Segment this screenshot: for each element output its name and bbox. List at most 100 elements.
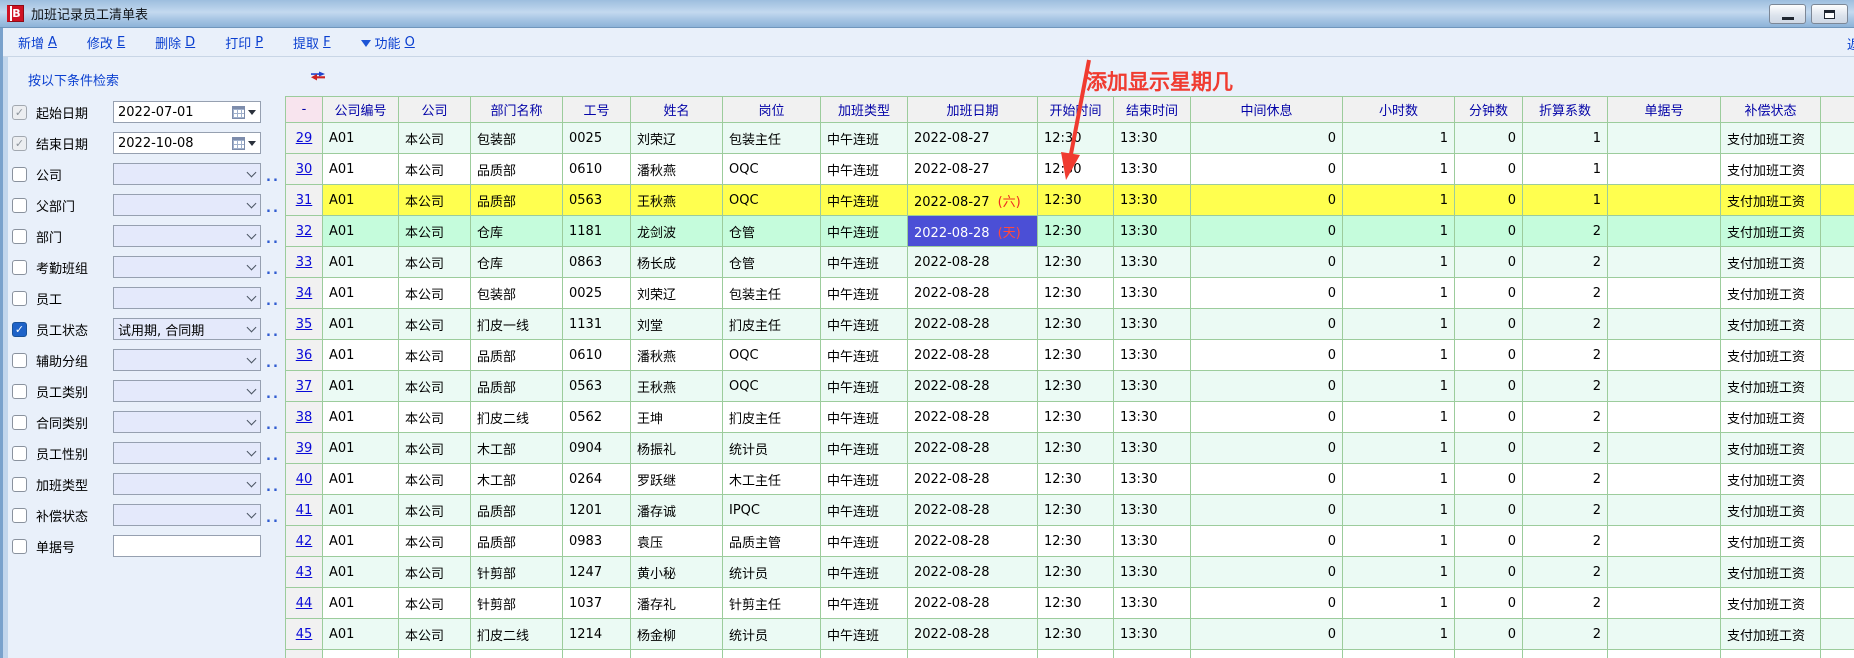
cell-min[interactable]: 0 [1455, 185, 1523, 216]
cell-name[interactable]: 杨振礼 [631, 433, 723, 464]
cell-comp[interactable]: 支付加班工资 [1721, 557, 1821, 588]
column-header-dept[interactable]: 部门名称 [471, 97, 563, 123]
filter-combo[interactable] [113, 442, 261, 464]
cell-company[interactable]: 本公司 [399, 216, 471, 247]
cell-comp[interactable] [1721, 650, 1821, 658]
cell-doc[interactable] [1608, 216, 1721, 247]
cell-company[interactable]: 本公司 [399, 619, 471, 650]
cell-start[interactable]: 12:30 [1038, 495, 1114, 526]
chevron-down-icon[interactable] [247, 446, 257, 456]
cell-n[interactable]: 43 [286, 557, 323, 588]
filter-combo[interactable] [113, 194, 261, 216]
cell-n[interactable]: 44 [286, 588, 323, 619]
cell-n[interactable]: 37 [286, 371, 323, 402]
cell-min[interactable]: 0 [1455, 402, 1523, 433]
cell-min[interactable]: 0 [1455, 371, 1523, 402]
cell-code[interactable]: A01 [323, 433, 399, 464]
cell-no[interactable]: 0610 [563, 154, 631, 185]
cell-coef[interactable]: 2 [1523, 557, 1608, 588]
toolbar-button-f[interactable]: 提取F [293, 33, 331, 52]
cell-start[interactable]: 12:30 [1038, 588, 1114, 619]
cell-comp[interactable]: 支付加班工资 [1721, 526, 1821, 557]
cell-pos[interactable]: 针剪主任 [723, 588, 821, 619]
cell-company[interactable] [399, 650, 471, 658]
cell-date[interactable]: 2022-08-28 [908, 464, 1038, 495]
cell-end[interactable]: 13:30 [1114, 247, 1191, 278]
cell-pos[interactable]: 统计员 [723, 433, 821, 464]
cell-brk[interactable]: 0 [1191, 526, 1343, 557]
cell-name[interactable]: 潘存礼 [631, 588, 723, 619]
cell-date[interactable] [908, 650, 1038, 658]
cell-no[interactable]: 0562 [563, 402, 631, 433]
filter-checkbox[interactable]: ✓ [12, 136, 27, 151]
cell-dept[interactable]: 品质部 [471, 526, 563, 557]
cell-start[interactable]: 12:30 [1038, 619, 1114, 650]
cell-date[interactable]: 2022-08-27 [908, 154, 1038, 185]
filter-combo[interactable] [113, 163, 261, 185]
column-header-coef[interactable]: 折算系数 [1523, 97, 1608, 123]
cell-start[interactable]: 12:30 [1038, 464, 1114, 495]
cell-name[interactable]: 王坤 [631, 402, 723, 433]
chevron-down-icon[interactable] [247, 260, 257, 270]
cell-coef[interactable]: 2 [1523, 309, 1608, 340]
cell-company[interactable]: 本公司 [399, 154, 471, 185]
toolbar-button-d[interactable]: 删除D [155, 33, 195, 52]
cell-start[interactable] [1038, 650, 1114, 658]
cell-dept[interactable]: 扪皮二线 [471, 402, 563, 433]
cell-no[interactable]: 0025 [563, 123, 631, 154]
cell-type[interactable]: 中午连班 [821, 371, 908, 402]
cell-brk[interactable]: 0 [1191, 495, 1343, 526]
cell-pay[interactable] [1821, 526, 1854, 557]
cell-end[interactable]: 13:30 [1114, 619, 1191, 650]
cell-end[interactable]: 13:30 [1114, 433, 1191, 464]
cell-pos[interactable]: 品质主管 [723, 526, 821, 557]
cell-doc[interactable] [1608, 526, 1721, 557]
cell-name[interactable]: 龙剑波 [631, 216, 723, 247]
cell-hrs[interactable]: 1 [1343, 247, 1455, 278]
more-button[interactable]: .. [266, 480, 280, 495]
cell-coef[interactable]: 2 [1523, 216, 1608, 247]
cell-start[interactable]: 12:30 [1038, 340, 1114, 371]
cell-pos[interactable]: 包装主任 [723, 278, 821, 309]
cell-date[interactable]: 2022-08-28 [908, 340, 1038, 371]
cell-name[interactable]: 王秋燕 [631, 371, 723, 402]
cell-n[interactable]: 30 [286, 154, 323, 185]
cell-date[interactable]: 2022-08-28 [908, 433, 1038, 464]
cell-date[interactable]: 2022-08-28 [908, 495, 1038, 526]
cell-hrs[interactable]: 1 [1343, 185, 1455, 216]
filter-checkbox[interactable] [12, 260, 27, 275]
cell-brk[interactable]: 0 [1191, 309, 1343, 340]
cell-end[interactable]: 13:30 [1114, 309, 1191, 340]
cell-name[interactable]: 罗跃继 [631, 464, 723, 495]
cell-hrs[interactable]: 1 [1343, 154, 1455, 185]
cell-name[interactable]: 潘秋燕 [631, 154, 723, 185]
cell-hrs[interactable]: 1 [1343, 371, 1455, 402]
cell-start[interactable]: 12:30 [1038, 185, 1114, 216]
cell-brk[interactable]: 0 [1191, 340, 1343, 371]
cell-start[interactable]: 12:30 [1038, 433, 1114, 464]
cell-dept[interactable]: 包装部 [471, 123, 563, 154]
cell-pos[interactable]: 统计员 [723, 557, 821, 588]
cell-min[interactable]: 0 [1455, 526, 1523, 557]
cell-pos[interactable]: OQC [723, 340, 821, 371]
cell-end[interactable]: 13:30 [1114, 495, 1191, 526]
cell-end[interactable]: 13:30 [1114, 154, 1191, 185]
cell-pos[interactable]: 仓管 [723, 216, 821, 247]
cell-name[interactable] [631, 650, 723, 658]
toolbar-button-o[interactable]: 功能O [361, 33, 415, 52]
cell-dept[interactable]: 针剪部 [471, 588, 563, 619]
cell-code[interactable]: A01 [323, 185, 399, 216]
cell-end[interactable]: 13:30 [1114, 371, 1191, 402]
cell-name[interactable]: 刘荣辽 [631, 123, 723, 154]
cell-n[interactable]: 45 [286, 619, 323, 650]
filter-combo[interactable] [113, 256, 261, 278]
cell-doc[interactable] [1608, 340, 1721, 371]
cell-dept[interactable]: 品质部 [471, 340, 563, 371]
cell-comp[interactable]: 支付加班工资 [1721, 185, 1821, 216]
cell-min[interactable]: 0 [1455, 247, 1523, 278]
cell-doc[interactable] [1608, 650, 1721, 658]
cell-coef[interactable]: 2 [1523, 247, 1608, 278]
filter-checkbox[interactable] [12, 353, 27, 368]
filter-checkbox[interactable] [12, 508, 27, 523]
cell-type[interactable]: 中午连班 [821, 526, 908, 557]
